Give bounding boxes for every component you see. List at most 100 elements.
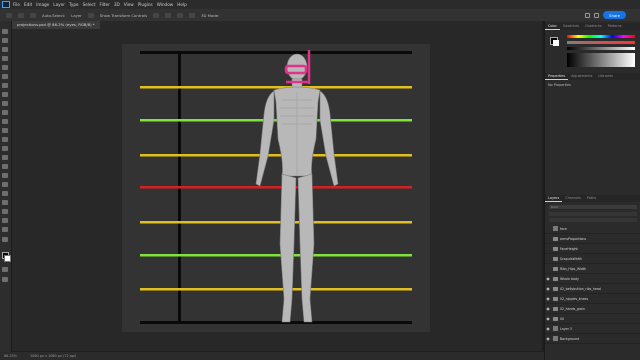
hue-slider[interactable] [567,35,635,38]
tab-adjustments[interactable]: Adjustments [568,73,595,80]
layer-row[interactable]: ScapulaWidth [545,254,640,264]
eyedropper-tool-icon[interactable] [2,92,8,97]
blend-mode-row[interactable] [549,212,637,216]
zoom-level[interactable]: 86.25% [4,354,17,358]
layer-row[interactable]: ◉ Whole body [545,274,640,284]
visibility-eye-icon[interactable]: ◉ [545,286,551,291]
move-tool-icon[interactable] [18,12,24,18]
color-spectrum-ramp[interactable] [567,53,635,67]
clone-stamp-tool-icon[interactable] [2,119,8,124]
layer-row[interactable]: ◉ 02_bellybutton_ribs_head [545,284,640,294]
document-tab[interactable]: projections.psd @ 86.2% (eyes, RGB/8) * [12,21,100,29]
visibility-eye-icon[interactable]: ◉ [545,316,551,321]
pen-tool-icon[interactable] [2,173,8,178]
tab-paths[interactable]: Paths [584,195,599,202]
menu-file[interactable]: File [13,2,20,7]
move-tool-icon[interactable] [2,29,8,34]
object-select-tool-icon[interactable] [2,65,8,70]
quick-mask-icon[interactable] [2,267,8,272]
blur-tool-icon[interactable] [2,155,8,160]
tab-channels[interactable]: Channels [562,195,584,202]
align-left-icon[interactable] [153,12,160,18]
menu-select[interactable]: Select [83,2,96,7]
tab-gradients[interactable]: Gradients [582,23,605,30]
document-canvas[interactable] [122,44,430,332]
layer-filter-kind[interactable]: Kind [549,205,637,209]
layer-row[interactable]: ◉ 02_hands_groin [545,304,640,314]
menu-view[interactable]: View [124,2,134,7]
search-icon[interactable] [585,12,591,18]
menu-edit[interactable]: Edit [24,2,32,7]
dodge-tool-icon[interactable] [2,164,8,169]
photoshop-logo-icon [2,1,10,8]
brush-tool-icon[interactable] [2,110,8,115]
workspace-icon[interactable] [594,12,600,18]
zoom-tool-icon[interactable] [2,218,8,223]
auto-select-dropdown[interactable]: Layer [71,13,82,18]
menu-layer[interactable]: Layer [53,2,65,7]
layer-row[interactable]: ◉ 02_nipples_knees [545,294,640,304]
brightness-slider[interactable] [567,47,635,50]
screen-mode-icon[interactable] [2,277,8,282]
eraser-tool-icon[interactable] [2,137,8,142]
layer-row[interactable]: face [545,224,640,234]
marquee-tool-icon[interactable] [2,47,8,52]
frame-tool-icon[interactable] [2,83,8,88]
tab-libraries[interactable]: Libraries [595,73,616,80]
color-panel-tabs: Color Swatches Gradients Patterns [545,23,640,30]
layer-row[interactable]: armsProportions [545,234,640,244]
visibility-eye-icon[interactable]: ◉ [545,326,551,331]
lasso-tool-icon[interactable] [2,56,8,61]
edit-toolbar-icon[interactable] [2,237,8,242]
saturation-slider[interactable] [567,41,635,44]
guide-line-yellow-2 [140,154,412,157]
tab-color[interactable]: Color [545,23,560,30]
align-right-icon[interactable] [177,12,184,18]
tab-layers[interactable]: Layers [545,195,563,202]
tab-patterns[interactable]: Patterns [605,23,625,30]
artboard-tool-icon[interactable] [2,38,8,43]
healing-brush-tool-icon[interactable] [2,101,8,106]
folder-icon [553,296,558,301]
hand-tool-icon[interactable] [2,209,8,214]
menu-filter[interactable]: Filter [99,2,109,7]
layer-row[interactable]: ◉ Layer 3 [545,324,640,334]
panel-background-swatch[interactable] [553,40,559,46]
tab-swatches[interactable]: Swatches [560,23,582,30]
rectangle-tool-icon[interactable] [2,200,8,205]
lock-row[interactable] [549,218,637,222]
visibility-eye-icon[interactable]: ◉ [545,336,551,341]
background-color-swatch[interactable] [4,255,11,262]
document-tab-bar: projections.psd @ 86.2% (eyes, RGB/8) * [12,21,542,29]
folder-icon [553,286,558,291]
visibility-eye-icon[interactable]: ◉ [545,276,551,281]
share-button[interactable]: Share [603,11,626,19]
layer-row[interactable]: ◉ 00 [545,314,640,324]
menu-window[interactable]: Window [157,2,174,7]
crop-tool-icon[interactable] [2,74,8,79]
more-tools-icon[interactable] [2,227,8,232]
menu-type[interactable]: Type [69,2,79,7]
layer-row[interactable]: ◉ Background [545,334,640,344]
menu-help[interactable]: Help [177,2,187,7]
tab-properties[interactable]: Properties [545,73,569,80]
path-select-tool-icon[interactable] [2,191,8,196]
visibility-eye-icon[interactable]: ◉ [545,296,551,301]
layer-name: armsProportions [560,236,587,241]
layer-row[interactable]: Ribs_Hips_Width [545,264,640,274]
guide-line-green-2 [140,254,412,257]
menu-plugins[interactable]: Plugins [138,2,153,7]
menu-3d[interactable]: 3D [114,2,120,7]
type-tool-icon[interactable] [2,182,8,187]
history-brush-tool-icon[interactable] [2,128,8,133]
home-icon[interactable] [6,12,12,18]
menu-image[interactable]: Image [36,2,49,7]
gradient-tool-icon[interactable] [2,146,8,151]
layer-row[interactable]: FaceHeight [545,244,640,254]
visibility-eye-icon[interactable]: ◉ [545,306,551,311]
align-center-icon[interactable] [165,12,172,18]
show-transform-checkbox[interactable] [87,12,94,18]
distribute-icon[interactable] [189,12,196,18]
auto-select-checkbox[interactable] [30,12,36,18]
properties-panel: Properties Adjustments Libraries No Prop… [545,73,640,213]
